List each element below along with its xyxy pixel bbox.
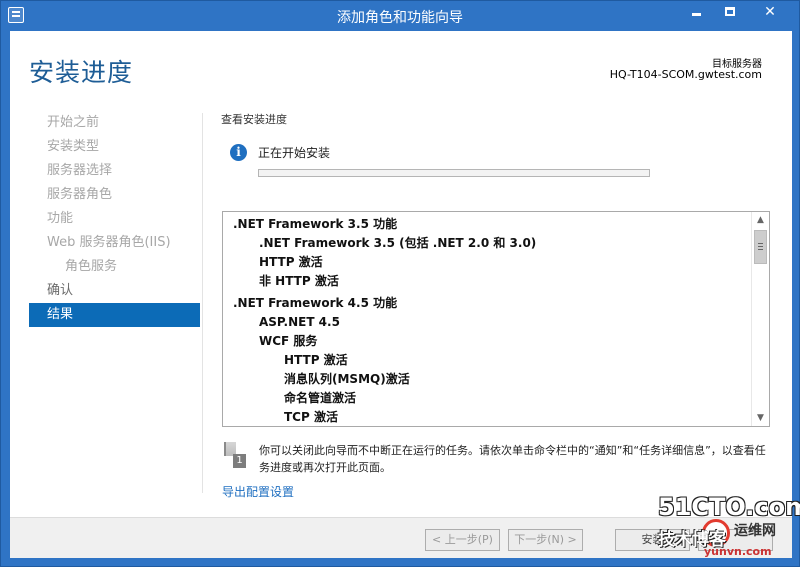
next-button[interactable]: 下一步(N) > bbox=[508, 529, 583, 551]
feature-item: 消息队列(MSMQ)激活 bbox=[284, 372, 410, 386]
window-controls: ✕ bbox=[679, 1, 793, 23]
nav-item-before-you-begin: 开始之前 bbox=[47, 115, 100, 130]
nav-item-role-services: 角色服务 bbox=[65, 259, 118, 274]
nav-item-web-server-role: Web 服务器角色(IIS) bbox=[47, 235, 171, 250]
wizard-footer: < 上一步(P) 下一步(N) > 安装 bbox=[10, 517, 792, 558]
notification-count: 1 bbox=[233, 454, 246, 468]
feature-item: HTTP 激活 bbox=[284, 353, 348, 367]
wizard-window: 添加角色和功能向导 ✕ 安装进度 目标服务器 HQ-T104-SCOM.gwte… bbox=[0, 0, 800, 567]
cancel-button[interactable] bbox=[698, 529, 773, 551]
target-server-name: HQ-T104-SCOM.gwtest.com bbox=[609, 68, 762, 81]
close-icon: ✕ bbox=[764, 3, 776, 20]
results-scrollbar[interactable]: ▲ ▼ bbox=[751, 212, 769, 426]
feature-item: .NET Framework 3.5 功能 bbox=[233, 217, 398, 231]
install-button[interactable]: 安装 bbox=[615, 529, 690, 551]
minimize-icon bbox=[691, 13, 701, 16]
notification-flag-icon: 1 bbox=[224, 442, 246, 470]
scroll-thumb[interactable] bbox=[754, 230, 767, 264]
nav-item-server-roles: 服务器角色 bbox=[47, 187, 113, 202]
install-status-text: 正在开始安装 bbox=[258, 146, 331, 160]
section-label: 查看安装进度 bbox=[221, 113, 287, 126]
feature-item: HTTP 激活 bbox=[259, 255, 323, 269]
wizard-steps-nav: 开始之前 安装类型 服务器选择 服务器角色 功能 Web 服务器角色(IIS) … bbox=[29, 111, 200, 327]
title-bar[interactable]: 添加角色和功能向导 ✕ bbox=[1, 1, 799, 31]
nav-item-server-selection: 服务器选择 bbox=[47, 163, 113, 178]
previous-button[interactable]: < 上一步(P) bbox=[425, 529, 500, 551]
page-title: 安装进度 bbox=[29, 58, 134, 87]
close-button[interactable]: ✕ bbox=[747, 1, 793, 22]
wizard-content: 安装进度 目标服务器 HQ-T104-SCOM.gwtest.com 开始之前 … bbox=[10, 31, 792, 558]
feature-list: .NET Framework 3.5 功能 .NET Framework 3.5 … bbox=[223, 212, 751, 426]
maximize-button[interactable] bbox=[713, 1, 747, 22]
maximize-icon bbox=[725, 7, 735, 16]
export-config-link[interactable]: 导出配置设置 bbox=[222, 483, 294, 500]
feature-item: ASP.NET 4.5 bbox=[259, 315, 340, 329]
scroll-down-icon[interactable]: ▼ bbox=[752, 410, 769, 426]
feature-item: WCF 服务 bbox=[259, 334, 318, 348]
minimize-button[interactable] bbox=[679, 1, 713, 22]
scroll-up-icon[interactable]: ▲ bbox=[752, 212, 769, 228]
feature-results-list[interactable]: .NET Framework 3.5 功能 .NET Framework 3.5 … bbox=[222, 211, 770, 427]
feature-item: .NET Framework 3.5 (包括 .NET 2.0 和 3.0) bbox=[259, 236, 537, 250]
notification-hint-text: 你可以关闭此向导而不中断正在运行的任务。请依次单击命令栏中的“通知”和“任务详细… bbox=[259, 444, 766, 474]
install-progress-bar bbox=[258, 169, 650, 177]
feature-item: 非 HTTP 激活 bbox=[259, 274, 339, 288]
nav-item-installation-type: 安装类型 bbox=[47, 139, 100, 154]
feature-item: TCP 激活 bbox=[284, 410, 338, 424]
feature-item: .NET Framework 4.5 功能 bbox=[233, 296, 398, 310]
nav-item-results[interactable]: 结果 bbox=[29, 303, 200, 327]
info-icon: i bbox=[230, 144, 247, 161]
nav-item-features: 功能 bbox=[47, 211, 74, 226]
feature-item: 命名管道激活 bbox=[284, 391, 357, 405]
nav-item-confirmation[interactable]: 确认 bbox=[29, 279, 200, 303]
nav-divider bbox=[202, 113, 203, 493]
